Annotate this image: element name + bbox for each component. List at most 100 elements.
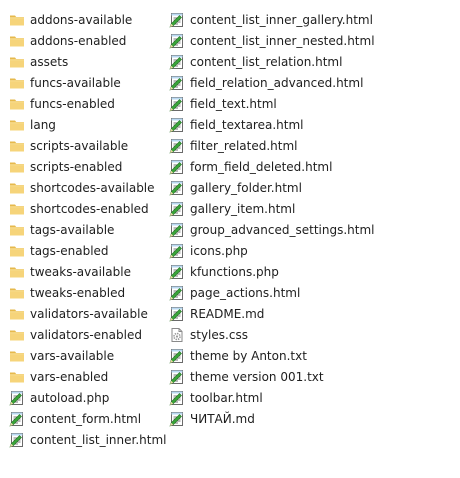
file-item-gallery-item-html[interactable]: gallery_item.html xyxy=(169,198,451,219)
folder-item-assets[interactable]: assets xyxy=(9,51,164,72)
file-item-content-list-inner-html[interactable]: content_list_inner.html xyxy=(9,429,167,450)
file-item-kfunctions-php[interactable]: kfunctions.php xyxy=(169,261,451,282)
file-name-label: gallery_folder.html xyxy=(190,180,302,195)
folder-icon xyxy=(9,348,25,364)
folder-item-vars-enabled[interactable]: vars-enabled xyxy=(9,366,164,387)
file-name-label: ЧИТАЙ.md xyxy=(190,411,255,426)
file-name-label: field_textarea.html xyxy=(190,117,304,132)
file-item-content-list-inner-gallery-html[interactable]: content_list_inner_gallery.html xyxy=(169,9,451,30)
file-item-filter-related-html[interactable]: filter_related.html xyxy=(169,135,451,156)
notepad-file-icon xyxy=(9,432,25,448)
notepad-file-icon xyxy=(169,75,185,91)
folder-item-tweaks-enabled[interactable]: tweaks-enabled xyxy=(9,282,164,303)
file-item-theme-by-anton-txt[interactable]: theme by Anton.txt xyxy=(169,345,451,366)
file-name-label: autoload.php xyxy=(30,390,110,405)
file-item-toolbar-html[interactable]: toolbar.html xyxy=(169,387,451,408)
folder-item-shortcodes-enabled[interactable]: shortcodes-enabled xyxy=(9,198,164,219)
folder-icon xyxy=(9,159,25,175)
file-item-content-form-html[interactable]: content_form.html xyxy=(9,408,164,429)
file-name-label: content_list_inner_nested.html xyxy=(190,33,375,48)
file-name-label: addons-enabled xyxy=(30,33,127,48)
notepad-file-icon xyxy=(169,369,185,385)
file-item-field-textarea-html[interactable]: field_textarea.html xyxy=(169,114,451,135)
file-name-label: content_list_relation.html xyxy=(190,54,343,69)
file-item-content-list-relation-html[interactable]: content_list_relation.html xyxy=(169,51,451,72)
file-name-label: validators-enabled xyxy=(30,327,142,342)
folder-item-scripts-available[interactable]: scripts-available xyxy=(9,135,164,156)
file-name-label: content_list_inner_gallery.html xyxy=(190,12,373,27)
file-item-page-actions-html[interactable]: page_actions.html xyxy=(169,282,451,303)
folder-item-addons-available[interactable]: addons-available xyxy=(9,9,164,30)
folder-item-lang[interactable]: lang xyxy=(9,114,164,135)
file-item-content-list-inner-nested-html[interactable]: content_list_inner_nested.html xyxy=(169,30,451,51)
file-name-label: shortcodes-available xyxy=(30,180,155,195)
folder-icon xyxy=(9,243,25,259)
css-file-icon xyxy=(169,327,185,343)
file-item-styles-css[interactable]: styles.css xyxy=(169,324,451,345)
file-item-readme-md[interactable]: README.md xyxy=(169,303,451,324)
file-name-label: page_actions.html xyxy=(190,285,301,300)
folder-icon xyxy=(9,117,25,133)
notepad-file-icon xyxy=(169,348,185,364)
file-name-label: scripts-enabled xyxy=(30,159,123,174)
notepad-file-icon xyxy=(169,138,185,154)
file-item-theme-version-001-txt[interactable]: theme version 001.txt xyxy=(169,366,451,387)
notepad-file-icon xyxy=(169,285,185,301)
file-item-autoload-php[interactable]: autoload.php xyxy=(9,387,164,408)
folder-icon xyxy=(9,327,25,343)
file-name-label: validators-available xyxy=(30,306,148,321)
folder-icon xyxy=(9,285,25,301)
file-name-label: funcs-enabled xyxy=(30,96,115,111)
file-name-label: tweaks-enabled xyxy=(30,285,126,300)
file-name-label: content_list_inner.html xyxy=(30,432,167,447)
folder-item-tweaks-available[interactable]: tweaks-available xyxy=(9,261,164,282)
folder-icon xyxy=(9,222,25,238)
folder-item-funcs-available[interactable]: funcs-available xyxy=(9,72,164,93)
folder-icon xyxy=(9,201,25,217)
file-name-label: group_advanced_settings.html xyxy=(190,222,375,237)
file-name-label: gallery_item.html xyxy=(190,201,296,216)
folder-item-tags-enabled[interactable]: tags-enabled xyxy=(9,240,164,261)
folder-icon xyxy=(9,138,25,154)
folder-icon xyxy=(9,54,25,70)
notepad-file-icon xyxy=(169,180,185,196)
file-name-label: funcs-available xyxy=(30,75,121,90)
file-name-label: README.md xyxy=(190,306,265,321)
notepad-file-icon xyxy=(169,411,185,427)
folder-icon xyxy=(9,306,25,322)
file-name-label: styles.css xyxy=(190,327,248,342)
file-item-читай-md[interactable]: ЧИТАЙ.md xyxy=(169,408,451,429)
folder-item-shortcodes-available[interactable]: shortcodes-available xyxy=(9,177,164,198)
file-name-label: tags-available xyxy=(30,222,115,237)
file-name-label: tweaks-available xyxy=(30,264,131,279)
folder-item-vars-available[interactable]: vars-available xyxy=(9,345,164,366)
notepad-file-icon xyxy=(169,201,185,217)
notepad-file-icon xyxy=(169,33,185,49)
file-name-label: theme version 001.txt xyxy=(190,369,324,384)
file-item-field-text-html[interactable]: field_text.html xyxy=(169,93,451,114)
file-name-label: content_form.html xyxy=(30,411,142,426)
notepad-file-icon xyxy=(169,117,185,133)
file-name-label: vars-enabled xyxy=(30,369,109,384)
notepad-file-icon xyxy=(9,411,25,427)
folder-icon xyxy=(9,12,25,28)
file-name-label: icons.php xyxy=(190,243,248,258)
file-item-group-advanced-settings-html[interactable]: group_advanced_settings.html xyxy=(169,219,451,240)
file-item-form-field-deleted-html[interactable]: form_field_deleted.html xyxy=(169,156,451,177)
file-name-label: addons-available xyxy=(30,12,133,27)
file-name-label: lang xyxy=(30,117,56,132)
folder-icon xyxy=(9,369,25,385)
file-name-label: tags-enabled xyxy=(30,243,109,258)
file-item-gallery-folder-html[interactable]: gallery_folder.html xyxy=(169,177,451,198)
folder-item-validators-available[interactable]: validators-available xyxy=(9,303,164,324)
notepad-file-icon xyxy=(9,390,25,406)
folder-item-scripts-enabled[interactable]: scripts-enabled xyxy=(9,156,164,177)
folder-item-funcs-enabled[interactable]: funcs-enabled xyxy=(9,93,164,114)
file-name-label: vars-available xyxy=(30,348,115,363)
file-item-field-relation-advanced-html[interactable]: field_relation_advanced.html xyxy=(169,72,451,93)
folder-icon xyxy=(9,180,25,196)
file-item-icons-php[interactable]: icons.php xyxy=(169,240,451,261)
folder-item-tags-available[interactable]: tags-available xyxy=(9,219,164,240)
folder-item-validators-enabled[interactable]: validators-enabled xyxy=(9,324,164,345)
folder-item-addons-enabled[interactable]: addons-enabled xyxy=(9,30,164,51)
